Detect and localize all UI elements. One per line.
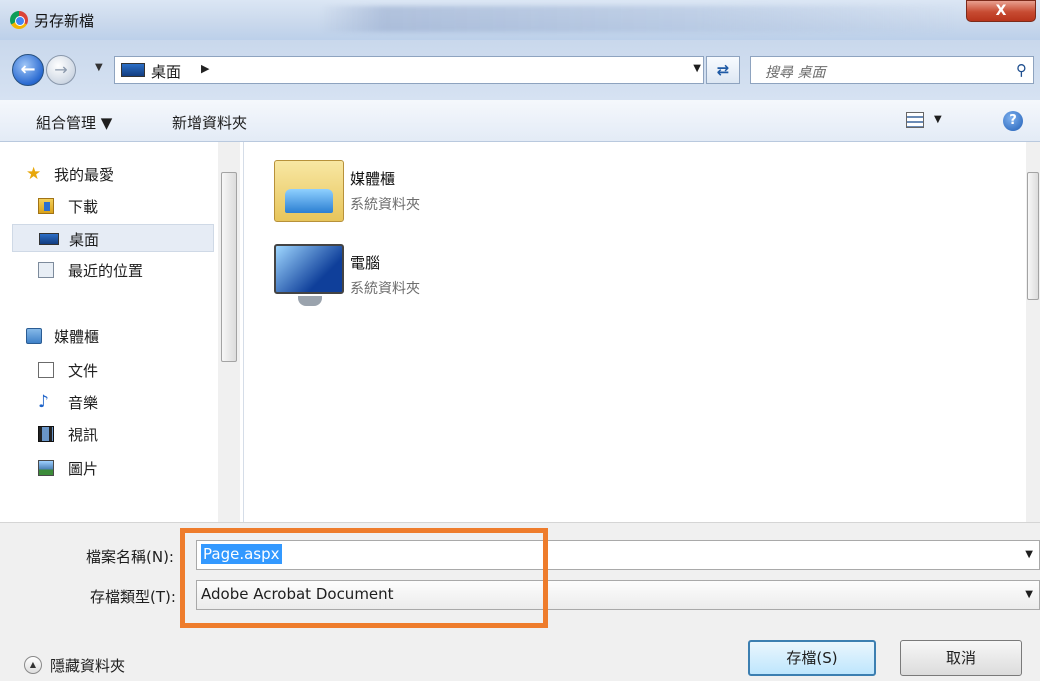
help-icon[interactable]: ? [1003,111,1023,131]
sidebar-item-label: 桌面 [69,231,100,249]
filename-label: 檔案名稱(N): [86,548,174,566]
hide-folders-label[interactable]: 隱藏資料夾 [50,655,125,676]
downloads-icon [38,198,54,214]
file-list: 媒體櫃 系統資料夾 電腦 系統資料夾 [244,142,1026,522]
sidebar-item-downloads[interactable]: 下載 [12,192,214,220]
blurred-browser-tabs [320,6,960,32]
view-options-icon[interactable] [906,112,924,128]
sidebar-item-label: 下載 [68,198,99,216]
sidebar-item-label: 圖片 [68,460,99,478]
navigation-scrollbar[interactable] [218,142,240,522]
title-bar: 另存新檔 X [0,0,1040,40]
music-icon: ♪ [38,392,49,412]
annotation-highlight [180,528,548,628]
sidebar-item-libraries[interactable]: 媒體櫃 [12,322,214,350]
search-input[interactable]: 搜尋 桌面 ⚲ [750,56,1034,84]
address-bar[interactable]: 桌面 ▶ ▼ [114,56,704,84]
star-icon: ★ [26,164,42,184]
sidebar-item-recent-places[interactable]: 最近的位置 [12,256,214,284]
computer-icon [274,244,344,306]
sidebar-item-favorites[interactable]: ★ 我的最愛 [12,160,214,188]
list-item-computer[interactable]: 電腦 系統資料夾 [268,238,528,314]
sidebar-item-label: 我的最愛 [54,166,115,184]
list-item-libraries[interactable]: 媒體櫃 系統資料夾 [268,154,528,230]
library-icon [26,328,42,344]
refresh-button[interactable]: ⇄ [706,56,740,84]
documents-icon [38,362,54,378]
sidebar-item-pictures[interactable]: 圖片 [12,454,214,482]
item-type: 系統資料夾 [350,197,420,213]
sidebar-item-label: 最近的位置 [68,262,144,280]
sidebar-item-label: 媒體櫃 [54,328,100,346]
filename-dropdown-icon[interactable]: ▼ [1025,549,1033,560]
sidebar-item-label: 視訊 [68,426,99,444]
toolbar: 組合管理 ▼ 新增資料夾 ▼ ? [0,100,1040,142]
sidebar-item-music[interactable]: ♪ 音樂 [12,388,214,416]
sidebar-item-documents[interactable]: 文件 [12,356,214,384]
search-icon[interactable]: ⚲ [1016,61,1027,79]
organize-button[interactable]: 組合管理 ▼ [36,112,112,133]
desktop-icon [121,63,145,77]
library-folder-icon [274,160,344,222]
item-type: 系統資料夾 [350,281,420,297]
navigation-pane: ★ 我的最愛 下載 桌面 最近的位置 媒體櫃 文件 ♪ 音樂 視訊 圖片 [0,142,244,522]
sidebar-item-video[interactable]: 視訊 [12,420,214,448]
sidebar-item-label: 文件 [68,362,99,380]
new-folder-button[interactable]: 新增資料夾 [172,112,247,133]
cancel-button[interactable]: 取消 [900,640,1022,676]
item-name: 電腦 [350,254,381,272]
filetype-dropdown-icon[interactable]: ▼ [1025,589,1033,600]
address-dropdown-icon[interactable]: ▼ [693,63,701,74]
forward-button[interactable]: → [46,55,76,85]
breadcrumb[interactable]: 桌面 [151,61,181,82]
save-button[interactable]: 存檔(S) [748,640,876,676]
breadcrumb-arrow-icon[interactable]: ▶ [201,62,209,75]
recent-places-icon [38,262,54,278]
collapse-up-icon[interactable]: ▲ [24,656,42,674]
history-dropdown-icon[interactable]: ▼ [95,62,103,73]
back-button[interactable]: ← [12,54,44,86]
chrome-icon [10,11,28,29]
video-icon [38,426,54,442]
window-title: 另存新檔 [34,12,95,30]
item-name: 媒體櫃 [350,170,396,188]
close-button[interactable]: X [966,0,1036,22]
desktop-icon [39,233,59,245]
sidebar-item-desktop[interactable]: 桌面 [12,224,214,252]
address-row: ← → ▼ 桌面 ▶ ▼ ⇄ 搜尋 桌面 ⚲ [0,40,1040,100]
pictures-icon [38,460,54,476]
filetype-label: 存檔類型(T): [90,588,176,606]
sidebar-item-label: 音樂 [68,394,99,412]
content-scrollbar[interactable] [1026,142,1040,522]
view-dropdown-icon[interactable]: ▼ [934,114,942,125]
search-placeholder: 搜尋 桌面 [765,65,826,81]
scrollbar-thumb[interactable] [1027,172,1039,300]
scrollbar-thumb[interactable] [221,172,237,362]
